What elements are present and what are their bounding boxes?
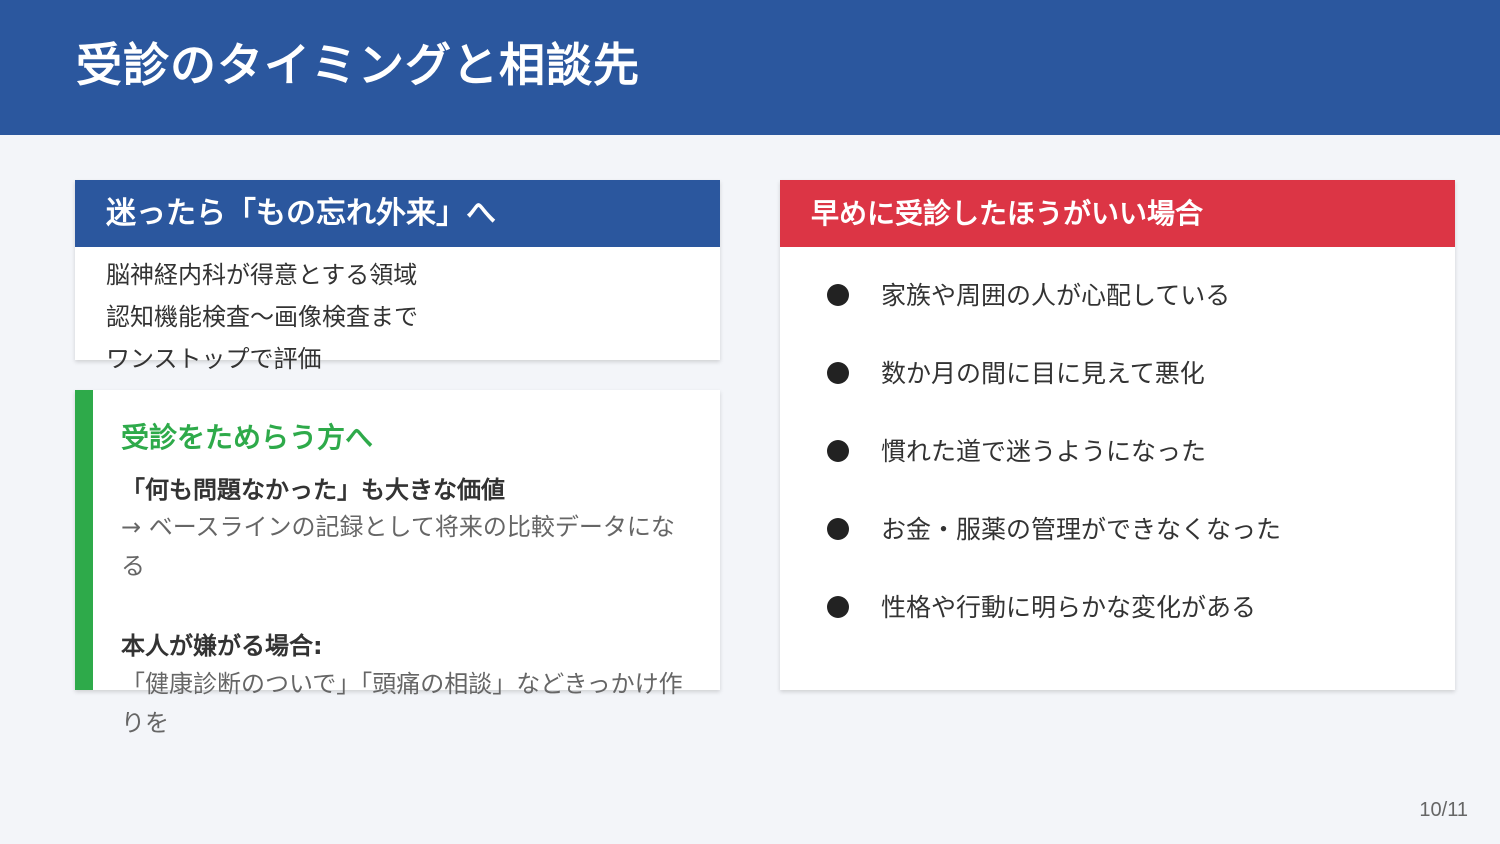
accent-bar [75,390,93,690]
refusal-description: 「健康診断のついで」「頭痛の相談」などきっかけ作りを [121,670,683,737]
bullet-icon [827,596,849,618]
page-number: 10/11 [1419,799,1468,821]
slide-title: 受診のタイミングと相談先 [76,38,640,92]
clinic-line: 認知機能検査〜画像検査まで [106,303,418,331]
list-item-text: お金・服薬の管理ができなくなった [881,515,1282,544]
list-item-text: 慣れた道で迷うようになった [881,437,1207,466]
bullet-icon [827,440,849,462]
list-item: 家族や周囲の人が心配している [827,276,1281,354]
list-item-text: 数か月の間に目に見えて悪化 [881,359,1205,388]
early-visit-card: 早めに受診したほうがいい場合 家族や周囲の人が心配している 数か月の間に目に見え… [780,180,1455,690]
value-statement: 「何も問題なかった」も大きな価値 [121,476,505,504]
value-description: → ベースラインの記録として将来の比較データになる [121,513,675,580]
clinic-card: 迷ったら「もの忘れ外来」へ 脳神経内科が得意とする領域 認知機能検査〜画像検査ま… [75,180,720,373]
list-item: 数か月の間に目に見えて悪化 [827,354,1281,432]
clinic-card-body: 脳神経内科が得意とする領域 認知機能検査〜画像検査まで ワンストップで評価 [106,254,418,380]
bullet-icon [827,362,849,384]
list-item: お金・服薬の管理ができなくなった [827,510,1281,588]
early-visit-list: 家族や周囲の人が心配している 数か月の間に目に見えて悪化 慣れた道で迷うようにな… [827,276,1281,666]
list-item-text: 家族や周囲の人が心配している [881,281,1231,310]
refusal-heading: 本人が嫌がる場合: [121,632,323,660]
early-visit-card-title: 早めに受診したほうがいい場合 [780,180,1455,247]
clinic-line: ワンストップで評価 [106,345,322,373]
clinic-card-title: 迷ったら「もの忘れ外来」へ [75,180,720,247]
list-item: 慣れた道で迷うようになった [827,432,1281,510]
list-item: 性格や行動に明らかな変化がある [827,588,1281,666]
hesitation-card: 受診をためらう方へ 「何も問題なかった」も大きな価値 → ベースラインの記録とし… [75,390,720,737]
hesitation-card-title: 受診をためらう方へ [121,421,374,454]
clinic-line: 脳神経内科が得意とする領域 [106,261,418,289]
bullet-icon [827,518,849,540]
bullet-icon [827,284,849,306]
slide-header: 受診のタイミングと相談先 [0,0,1500,135]
list-item-text: 性格や行動に明らかな変化がある [881,593,1257,622]
